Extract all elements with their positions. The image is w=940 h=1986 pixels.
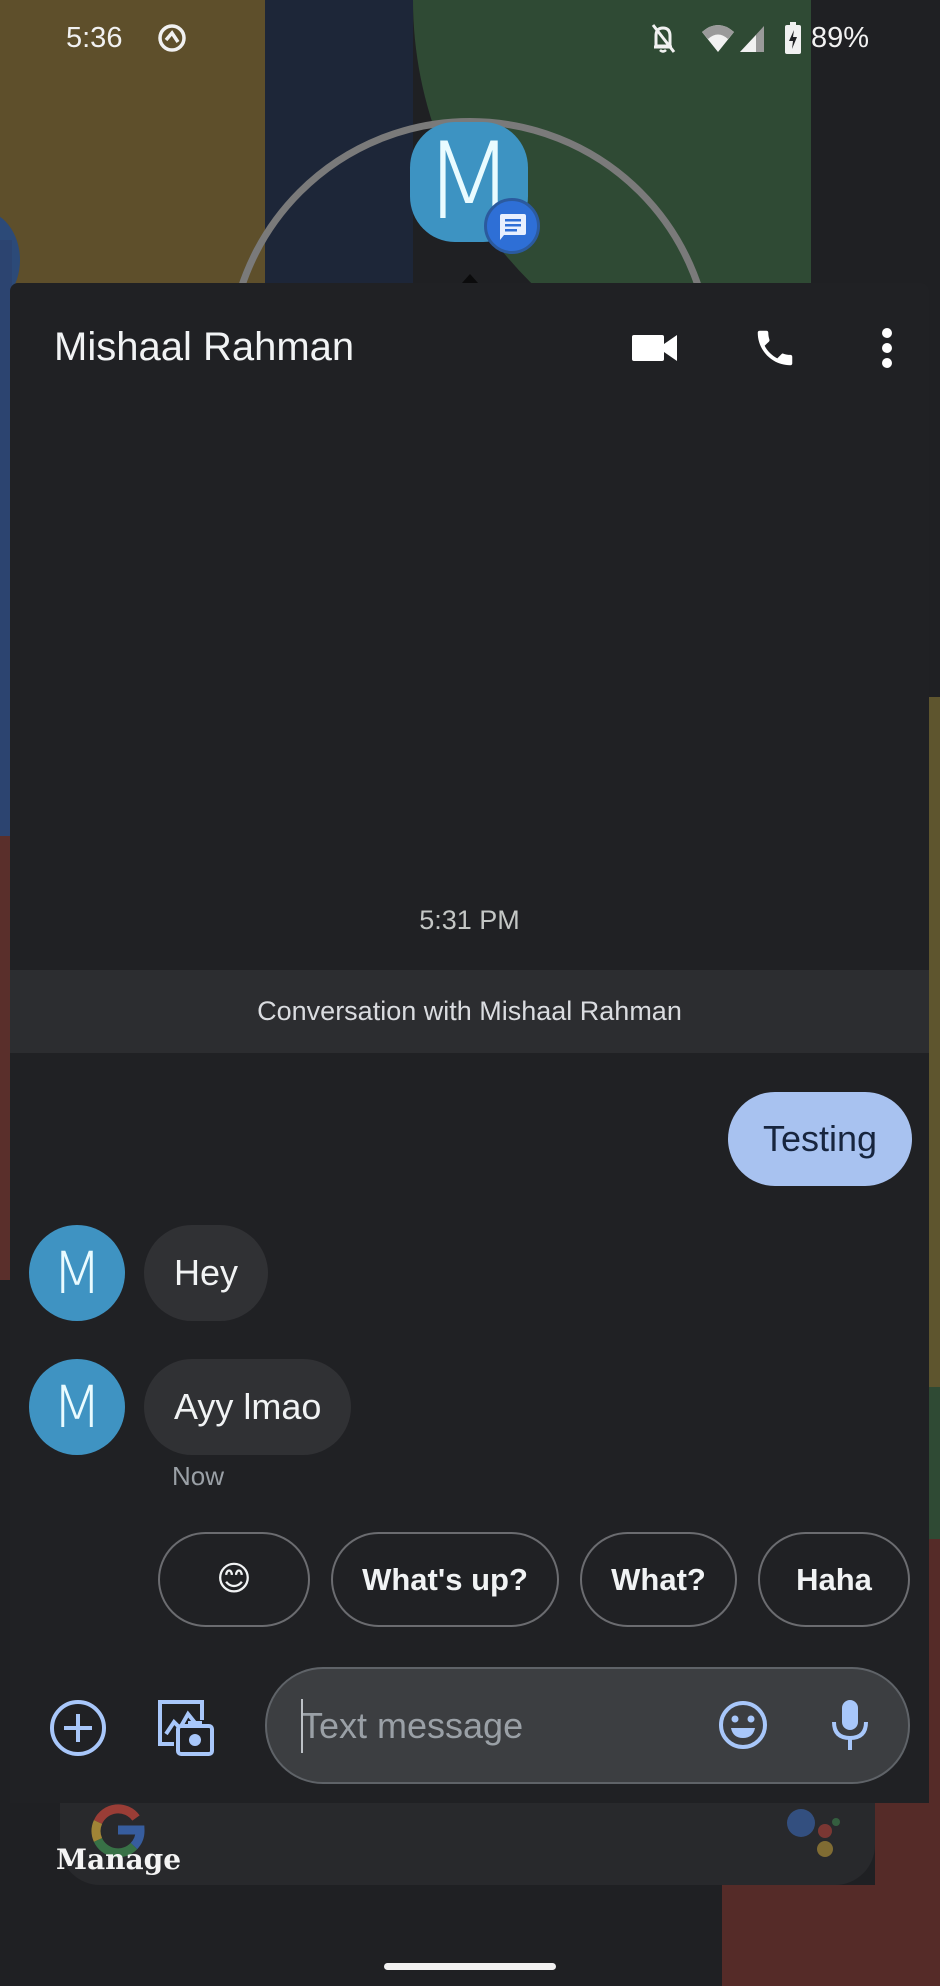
wifi-icon [702, 25, 734, 52]
contact-name: Mishaal Rahman [54, 325, 355, 369]
sender-avatar[interactable]: M [29, 1359, 125, 1455]
incoming-message[interactable]: Hey [144, 1225, 269, 1321]
gallery-camera-button[interactable] [155, 1697, 217, 1759]
manage-bubbles-button[interactable]: Manage [56, 1843, 181, 1876]
bubble-conversation-panel: Mishaal Rahman 5:31 PM Conversation with… [10, 283, 929, 1803]
smart-reply-chip[interactable]: 😊 [158, 1532, 310, 1627]
add-circle-icon [50, 1700, 106, 1756]
voice-input-button[interactable] [820, 1695, 880, 1755]
smart-reply-chip[interactable]: What? [580, 1532, 737, 1627]
text-cursor [301, 1699, 303, 1753]
text-message-input[interactable] [301, 1695, 681, 1757]
emoji-button[interactable] [713, 1695, 773, 1755]
messages-app-icon [484, 198, 540, 254]
voice-call-button[interactable] [750, 323, 800, 373]
gallery-camera-icon [158, 1700, 214, 1756]
conversation-banner-text: Conversation with Mishaal Rahman [257, 996, 682, 1026]
more-vert-icon [882, 328, 892, 368]
conversation-banner: Conversation with Mishaal Rahman [10, 970, 929, 1053]
video-camera-icon [632, 335, 677, 361]
wallpaper-bottom-red-edge [875, 1803, 940, 1893]
wallpaper-right-gold [928, 697, 940, 1387]
message-time: Now [172, 1461, 225, 1491]
outgoing-message[interactable]: Testing [728, 1092, 912, 1186]
status-bar: 5:36 89% [0, 0, 940, 76]
more-options-button[interactable] [862, 323, 912, 373]
add-attachment-button[interactable] [47, 1697, 109, 1759]
android-q-icon [158, 24, 186, 52]
sender-avatar[interactable]: M [29, 1225, 125, 1321]
cell-signal-icon [740, 26, 764, 52]
notifications-off-icon [651, 24, 676, 53]
gesture-nav-handle[interactable] [384, 1963, 556, 1970]
wallpaper-right-green [928, 1387, 940, 1539]
google-assistant-icon[interactable] [780, 1800, 850, 1870]
conversation-timestamp: 5:31 PM [419, 905, 520, 935]
status-time: 5:36 [66, 22, 123, 54]
video-call-button[interactable] [630, 323, 680, 373]
message-input-field[interactable] [265, 1667, 910, 1784]
battery-charging-icon [785, 22, 801, 54]
phone-icon [757, 330, 793, 366]
smart-reply-chip[interactable]: What's up? [331, 1532, 559, 1627]
battery-percent: 89% [811, 22, 870, 54]
emoji-icon [719, 1701, 767, 1749]
smart-reply-chip[interactable]: Haha [758, 1532, 910, 1627]
bubble-pointer [462, 274, 478, 283]
microphone-icon [832, 1700, 868, 1750]
google-search-widget[interactable] [60, 1803, 875, 1885]
wallpaper-bottom-red [722, 1885, 940, 1986]
incoming-message[interactable]: Ayy lmao [144, 1359, 352, 1455]
